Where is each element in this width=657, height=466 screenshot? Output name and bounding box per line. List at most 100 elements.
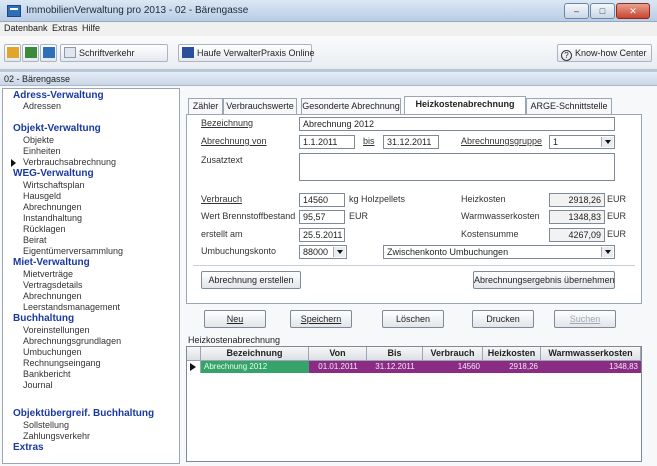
nav-item-objekte[interactable]: Objekte (23, 135, 54, 145)
document-window: 02 - Bärengasse Adress-Verwaltung Adress… (0, 72, 657, 466)
schriftverkehr-button[interactable]: Schriftverkehr (60, 44, 168, 62)
von-date-field[interactable]: 1.1.2011 (299, 135, 355, 149)
heizkosten-label: Heizkosten (461, 194, 506, 204)
nav-item-abrechnungsgrundlagen[interactable]: Abrechnungsgrundlagen (23, 336, 121, 346)
column-header-bezeichnung[interactable]: Bezeichnung (201, 347, 309, 361)
haufe-button[interactable]: Haufe VerwalterPraxis Online (178, 44, 315, 62)
nav-item-adressen[interactable]: Adressen (23, 101, 61, 111)
table-row-cell-bezeichnung[interactable]: Abrechnung 2012 (201, 361, 309, 373)
nav-head-miet[interactable]: Miet-Verwaltung (13, 257, 90, 268)
title-bar[interactable]: ImmobilienVerwaltung pro 2013 - 02 - Bär… (0, 0, 657, 22)
nav-item-beirat[interactable]: Beirat (23, 235, 47, 245)
knowhow-button[interactable]: ? Know-how Center (557, 44, 652, 62)
chevron-down-icon[interactable] (601, 247, 613, 257)
menu-hilfe[interactable]: Hilfe (82, 23, 100, 33)
nav-item-rechnungseingang[interactable]: Rechnungseingang (23, 358, 101, 368)
bis-date-field[interactable]: 31.12.2011 (383, 135, 439, 149)
card-icon (43, 47, 55, 58)
tab-heizkostenabrechnung[interactable]: Heizkostenabrechnung (404, 96, 526, 114)
zusatztext-field[interactable] (299, 153, 615, 181)
nav-item-bankbericht[interactable]: Bankbericht (23, 369, 71, 379)
nav-item-vertragsdetails[interactable]: Vertragsdetails (23, 280, 83, 290)
table-row-cell-warmwasserkosten[interactable]: 1348,83 (541, 361, 641, 373)
nav-item-weg-abrechnungen[interactable]: Abrechnungen (23, 202, 82, 212)
nav-item-ruecklagen[interactable]: Rücklagen (23, 224, 66, 234)
nav-item-eigentuemerversammlung[interactable]: Eigentümerversammlung (23, 246, 123, 256)
menu-datenbank[interactable]: Datenbank (4, 23, 48, 33)
tab-verbrauchswerte[interactable]: Verbrauchswerte (223, 98, 297, 114)
erstellt-am-field[interactable]: 25.5.2011 (299, 228, 345, 242)
column-header-von[interactable]: Von (309, 347, 367, 361)
abrechnungsgruppe-label: Abrechnungsgruppe (461, 136, 543, 146)
umbuchungskonto-select[interactable]: 88000 (299, 245, 347, 259)
divider (193, 265, 635, 266)
nav-item-voreinstellungen[interactable]: Voreinstellungen (23, 325, 90, 335)
abrechnungsgruppe-select[interactable]: 1 (549, 135, 615, 149)
abrechnung-erstellen-button[interactable]: Abrechnung erstellen (201, 271, 301, 289)
heizkosten-grid[interactable]: Bezeichnung Von Bis Verbrauch Heizkosten… (186, 346, 642, 462)
loeschen-button[interactable]: Löschen (382, 310, 444, 328)
umbuchungskonto-desc-select[interactable]: Zwischenkonto Umbuchungen (383, 245, 615, 259)
toolbar-button-1[interactable] (4, 44, 21, 62)
table-row-cell-bis[interactable]: 31.12.2011 (367, 361, 423, 373)
toolbar-button-3[interactable] (40, 44, 57, 62)
nav-item-journal[interactable]: Journal (23, 380, 53, 390)
nav-head-buchhaltung[interactable]: Buchhaltung (13, 313, 74, 324)
toolbar-button-2[interactable] (22, 44, 39, 62)
nav-item-verbrauchsabrechnung[interactable]: Verbrauchsabrechnung (23, 157, 116, 167)
maximize-button[interactable]: □ (590, 3, 615, 19)
brennstoffbestand-field[interactable]: 95,57 (299, 210, 345, 224)
heizkosten-value: 2918,26 (549, 193, 605, 207)
neu-button[interactable]: Neu (204, 310, 266, 328)
tab-panel-heizkosten: Bezeichnung Abrechnung 2012 Abrechnung v… (186, 114, 642, 304)
nav-head-objekt[interactable]: Objekt-Verwaltung (13, 123, 101, 134)
nav-item-zahlungsverkehr[interactable]: Zahlungsverkehr (23, 431, 90, 441)
nav-item-leerstandsmanagement[interactable]: Leerstandsmanagement (23, 302, 120, 312)
table-row-cell-heizkosten[interactable]: 2918,26 (483, 361, 541, 373)
nav-item-wirtschaftsplan[interactable]: Wirtschaftsplan (23, 180, 85, 190)
abrechnungsgruppe-value: 1 (553, 137, 559, 147)
nav-item-miet-abrechnungen[interactable]: Abrechnungen (23, 291, 82, 301)
speichern-button[interactable]: Speichern (290, 310, 352, 328)
column-header-heizkosten[interactable]: Heizkosten (483, 347, 541, 361)
drucken-button[interactable]: Drucken (472, 310, 534, 328)
chevron-down-icon[interactable] (333, 247, 345, 257)
suchen-button[interactable]: Suchen (554, 310, 616, 328)
close-button[interactable]: ✕ (616, 3, 650, 19)
menu-bar: Datenbank Extras Hilfe (0, 22, 657, 36)
bezeichnung-field[interactable]: Abrechnung 2012 (299, 117, 615, 131)
brennstoffbestand-unit: EUR (349, 211, 369, 221)
nav-item-hausgeld[interactable]: Hausgeld (23, 191, 61, 201)
nav-item-einheiten[interactable]: Einheiten (23, 146, 61, 156)
chevron-down-icon[interactable] (601, 137, 613, 147)
tab-gesonderte-abrechnung[interactable]: Gesonderte Abrechnung (301, 98, 401, 114)
nav-item-instandhaltung[interactable]: Instandhaltung (23, 213, 82, 223)
ergebnis-uebernehmen-button[interactable]: Abrechnungsergebnis übernehmen (473, 271, 615, 289)
minimize-button[interactable]: – (564, 3, 589, 19)
verbrauch-field[interactable]: 14560 (299, 193, 345, 207)
row-selector-icon[interactable] (187, 361, 201, 373)
column-header-verbrauch[interactable]: Verbrauch (423, 347, 483, 361)
table-row-cell-verbrauch[interactable]: 14560 (423, 361, 483, 373)
tab-zaehler[interactable]: Zähler (188, 98, 223, 114)
warmwasserkosten-value: 1348,83 (549, 210, 605, 224)
nav-head-weg[interactable]: WEG-Verwaltung (13, 168, 94, 179)
nav-head-adress[interactable]: Adress-Verwaltung (13, 90, 104, 101)
haufe-label: Haufe VerwalterPraxis Online (197, 48, 315, 58)
nav-head-objektuebergreifend[interactable]: Objektübergreif. Buchhaltung (13, 408, 154, 419)
tab-arge-schnittstelle[interactable]: ARGE-Schnittstelle (526, 98, 612, 114)
neu-label: Neu (226, 314, 244, 324)
abrechnung-von-label: Abrechnung von (201, 136, 267, 146)
menu-extras[interactable]: Extras (52, 23, 78, 33)
column-header-warmwasserkosten[interactable]: Warmwasserkosten (541, 347, 641, 361)
bezeichnung-label: Bezeichnung (201, 118, 254, 128)
nav-head-extras[interactable]: Extras (13, 442, 44, 453)
table-row-cell-von[interactable]: 01.01.2011 (309, 361, 367, 373)
nav-item-sollstellung[interactable]: Sollstellung (23, 420, 69, 430)
sidebar: Adress-Verwaltung Adressen Objekt-Verwal… (2, 88, 180, 464)
nav-item-mietvertraege[interactable]: Mietverträge (23, 269, 73, 279)
nav-item-umbuchungen[interactable]: Umbuchungen (23, 347, 82, 357)
column-header-bis[interactable]: Bis (367, 347, 423, 361)
schriftverkehr-label: Schriftverkehr (79, 48, 135, 58)
bis-label: bis (363, 136, 375, 146)
